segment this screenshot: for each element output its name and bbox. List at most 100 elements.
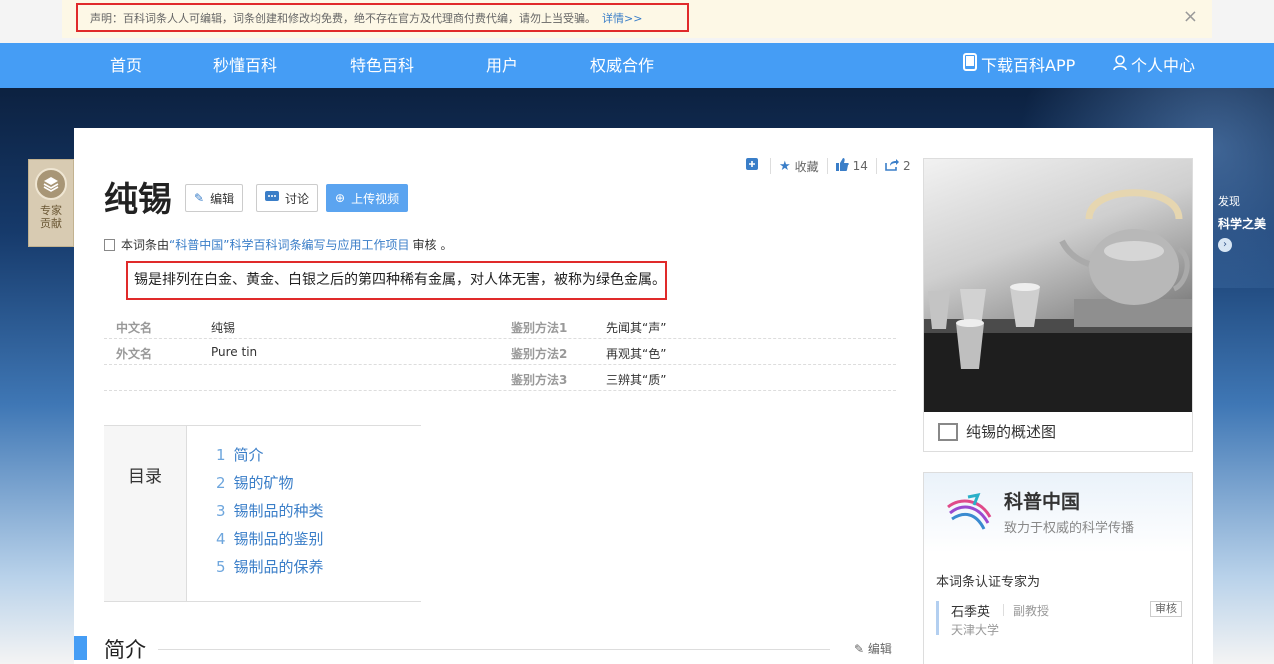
table-of-contents: 目录 1 简介 2 锡的矿物 3 锡制品的种类 4 锡制品的鉴别 5 锡制品的保养	[104, 425, 421, 602]
infobox: 中文名 纯锡 鉴别方法1 先闻其“声” 外文名 Pure tin 鉴别方法2 再…	[104, 313, 896, 391]
review-line: 本词条由 “科普中国”科学百科词条编写与应用工作项目 审核 。	[104, 236, 452, 253]
tin-teapot-image[interactable]	[924, 159, 1192, 412]
kepu-description: 致力于权威的科学传播	[1004, 521, 1135, 536]
download-app-label: 下载百科APP	[981, 56, 1076, 75]
toc-text: 简介	[233, 446, 264, 464]
expert-badge-line1: 专家	[40, 204, 62, 217]
review-suffix: 审核	[412, 238, 437, 252]
side-promo-line1: 发现	[1218, 195, 1240, 208]
discuss-button[interactable]: 讨论	[256, 184, 319, 212]
kepu-china-card: 科普中国 致力于权威的科学传播 本词条认证专家为 石季英 副教授 审核 天津大学	[923, 472, 1193, 664]
infobox-key: 鉴别方法1	[511, 321, 568, 335]
collect-button[interactable]: ★ 收藏	[771, 158, 828, 174]
share-icon	[885, 158, 899, 175]
review-prefix: 本词条由	[121, 238, 170, 252]
toc-text: 锡的矿物	[233, 474, 294, 492]
share-button[interactable]: 2	[877, 158, 919, 174]
nav-item-video[interactable]: 秒懂百科	[213, 43, 277, 88]
toc-text: 锡制品的种类	[233, 502, 324, 520]
discuss-label: 讨论	[285, 191, 310, 206]
side-promo[interactable]: 发现 科学之美 ›	[1218, 193, 1266, 252]
like-button[interactable]: 14	[828, 157, 877, 174]
top-nav: 首页 秒懂百科 特色百科 用户 权威合作 下载百科APP 个人中心	[0, 43, 1274, 88]
expert-name[interactable]: 石季英	[951, 601, 990, 620]
chevron-right-icon[interactable]: ›	[1218, 238, 1232, 252]
toc-text: 锡制品的鉴别	[233, 530, 324, 548]
upload-video-label: 上传视频	[351, 191, 400, 206]
infobox-key: 中文名	[116, 321, 153, 335]
upload-video-button[interactable]: ⊕ 上传视频	[326, 184, 409, 212]
image-icon	[938, 422, 958, 441]
download-app-link[interactable]: 下载百科APP	[963, 43, 1075, 88]
chat-icon	[265, 190, 279, 206]
user-center-link[interactable]: 个人中心	[1113, 43, 1195, 88]
toc-text: 锡制品的保养	[233, 558, 324, 576]
expert-contribution-badge[interactable]: 专家 贡献	[28, 159, 74, 247]
notice-bar: 声明：百科词条人人可编辑，词条创建和修改均免费，绝不存在官方及代理商付费代编，请…	[62, 0, 1212, 38]
section-marker	[74, 636, 87, 660]
toc-label: 目录	[104, 426, 187, 601]
review-end: 。	[440, 238, 453, 252]
toc-item[interactable]: 4 锡制品的鉴别	[216, 528, 324, 556]
notice-box: 声明：百科词条人人可编辑，词条创建和修改均免费，绝不存在官方及代理商付费代编，请…	[76, 3, 689, 32]
nav-item-cooperation[interactable]: 权威合作	[590, 43, 654, 88]
certify-label: 本词条认证专家为	[936, 575, 1041, 590]
user-icon	[1113, 43, 1127, 88]
nav-item-home[interactable]: 首页	[110, 43, 142, 88]
album-caption[interactable]: 纯锡的概述图	[938, 421, 1056, 442]
section-title: 简介	[104, 638, 146, 662]
kepu-header[interactable]: 科普中国 致力于权威的科学传播	[924, 473, 1192, 553]
summary-album[interactable]: 纯锡的概述图	[923, 158, 1193, 452]
pencil-icon: ✎	[854, 642, 865, 656]
edit-button[interactable]: ✎ 编辑	[185, 184, 244, 212]
section-intro-heading: 简介 ✎ 编辑	[74, 636, 904, 664]
expert-entry[interactable]: 石季英 副教授 审核 天津大学	[936, 601, 1182, 637]
nav-item-users[interactable]: 用户	[486, 43, 518, 88]
toc-item[interactable]: 3 锡制品的种类	[216, 500, 324, 528]
notice-more-link[interactable]: 详情>>	[602, 10, 642, 26]
add-button[interactable]	[738, 158, 771, 174]
expert-badge-line2: 贡献	[40, 217, 62, 230]
like-count: 14	[852, 159, 868, 173]
edit-label: 编辑	[210, 191, 235, 206]
page-title: 纯锡	[104, 180, 172, 220]
toc-item[interactable]: 1 简介	[216, 444, 324, 472]
plus-circle-icon: ⊕	[335, 191, 346, 205]
user-center-label: 个人中心	[1131, 56, 1196, 75]
expert-organization: 天津大学	[951, 623, 1000, 637]
album-caption-text: 纯锡的概述图	[966, 423, 1057, 441]
share-count: 2	[902, 159, 911, 173]
infobox-value: 三辨其“质”	[606, 373, 667, 387]
section-edit-button[interactable]: ✎ 编辑	[854, 640, 892, 657]
infobox-row: 外文名 Pure tin 鉴别方法2 再观其“色”	[104, 339, 896, 365]
layers-icon	[35, 168, 67, 200]
infobox-key: 鉴别方法2	[511, 347, 568, 361]
section-divider	[158, 649, 830, 650]
infobox-key: 外文名	[116, 347, 153, 361]
divider	[1003, 604, 1004, 616]
toc-item[interactable]: 5 锡制品的保养	[216, 556, 324, 584]
side-promo-line2: 科学之美	[1218, 217, 1267, 231]
kepu-logo-icon	[944, 492, 994, 533]
phone-icon	[963, 43, 977, 88]
toc-item[interactable]: 2 锡的矿物	[216, 472, 324, 500]
entry-summary: 锡是排列在白金、黄金、白银之后的第四种稀有金属，对人体无害，被称为绿色金属。	[126, 261, 667, 300]
toc-num: 4	[216, 530, 226, 548]
close-icon[interactable]: ×	[1183, 8, 1198, 26]
infobox-value: Pure tin	[211, 345, 258, 359]
main-content-card: ★ 收藏 14 2 纯锡 ✎ 编辑 讨论 ⊕ 上传视频 本词条由 “科普中国”科…	[74, 128, 1213, 664]
toc-num: 5	[216, 558, 226, 576]
nav-item-featured[interactable]: 特色百科	[350, 43, 414, 88]
toc-num: 3	[216, 502, 226, 520]
document-icon	[104, 238, 115, 251]
toc-num: 2	[216, 474, 226, 492]
review-project-link[interactable]: “科普中国”科学百科词条编写与应用工作项目	[169, 236, 409, 253]
kepu-name: 科普中国	[1004, 491, 1081, 513]
notice-bar-wrap: 声明：百科词条人人可编辑，词条创建和修改均免费，绝不存在官方及代理商付费代编，请…	[0, 0, 1274, 42]
infobox-value: 纯锡	[211, 321, 236, 335]
collect-label: 收藏	[794, 159, 819, 174]
toc-list: 1 简介 2 锡的矿物 3 锡制品的种类 4 锡制品的鉴别 5 锡制品的保养	[216, 444, 324, 584]
pencil-icon: ✎	[194, 191, 205, 205]
infobox-value: 再观其“色”	[606, 347, 667, 361]
infobox-value: 先闻其“声”	[606, 321, 667, 335]
